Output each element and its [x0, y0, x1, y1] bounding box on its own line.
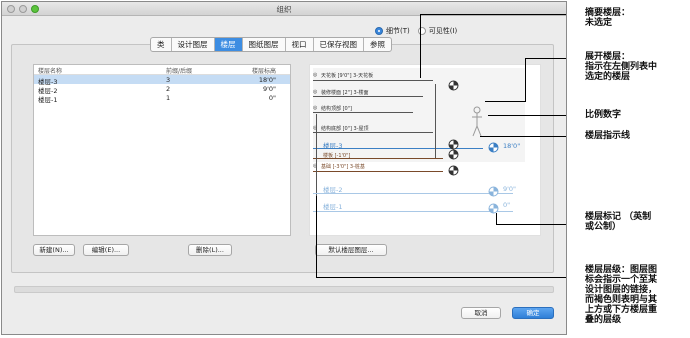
visibility-radio[interactable] — [417, 27, 426, 35]
callout-line — [525, 58, 566, 59]
callout-line — [496, 224, 566, 225]
callout-line-text: 指示在左侧列表中 — [585, 62, 658, 72]
level-line — [313, 171, 443, 172]
level-line — [313, 112, 413, 113]
story-label: 楼层-1 — [323, 203, 343, 211]
story-row[interactable]: 楼层-3 3 18'0" — [34, 75, 290, 86]
story-elevation-label: 9'0" — [503, 185, 517, 193]
level-connector — [316, 114, 317, 196]
callout-line-text: 而褐色则表明与其 — [585, 295, 658, 305]
detail-radio[interactable] — [375, 27, 383, 35]
level-line — [313, 132, 433, 133]
tab-stories[interactable]: 楼层 — [214, 38, 243, 51]
level-connector — [435, 84, 436, 158]
tab-references[interactable]: 参照 — [364, 38, 391, 51]
level-label: 基础 [-3'0"] 3-桩基 — [321, 164, 365, 170]
story-indicator-line — [313, 211, 513, 212]
callout-line — [525, 58, 526, 101]
story-marker-icon — [488, 186, 499, 197]
level-line — [313, 80, 433, 81]
cancel-button[interactable]: 取消 — [461, 307, 501, 319]
new-story-button[interactable]: 新建(N)... — [33, 244, 75, 256]
callout-line-text: 标会指示一个至某 — [585, 275, 658, 285]
default-story-levels-button[interactable]: 默认楼层图层... — [315, 244, 387, 256]
callout-line-text: 或公制） — [585, 222, 622, 232]
detail-label: 细节(T) — [386, 27, 410, 35]
story-marker-icon — [488, 203, 499, 214]
column-header-name[interactable]: 楼层名称 — [38, 66, 62, 75]
callout-line — [316, 196, 317, 277]
story-list: 楼层名称 前缀/后缀 楼层标高 楼层-3 3 18'0" 楼层-2 2 9'0"… — [33, 64, 291, 236]
story-prefix: 2 — [166, 85, 171, 93]
story-row[interactable]: 楼层-2 2 9'0" — [34, 84, 290, 95]
callout-line-text: 展开楼层： — [585, 52, 631, 62]
callout-line-text: 选定的楼层 — [585, 72, 631, 82]
tab-bar: 类 设计图层 楼层 图纸图层 视口 已保存视图 参照 — [150, 37, 392, 52]
level-line — [313, 96, 423, 97]
tab-classes[interactable]: 类 — [151, 38, 172, 51]
level-label: 装修楼面 [2"] 3-楼面 — [321, 90, 369, 96]
story-indicator-line — [313, 193, 513, 194]
column-header-prefix[interactable]: 前缀/后缀 — [166, 66, 192, 75]
callout-expanded-story: 展开楼层： 指示在左侧列表中 选定的楼层 — [585, 52, 657, 82]
visibility-label: 可见性(I) — [428, 27, 458, 35]
story-elevation-label: 0" — [503, 201, 511, 209]
tab-saved-views[interactable]: 已保存视图 — [314, 38, 364, 51]
callout-line-text: 叠的层级 — [585, 315, 622, 325]
status-bar — [14, 286, 554, 293]
callout-line — [316, 277, 566, 278]
story-elevation-label: 18'0" — [503, 142, 521, 150]
edit-story-button[interactable]: 编辑(E)... — [83, 244, 129, 256]
callout-line-text: 设计图层的链接， — [585, 285, 658, 295]
callout-story-marker: 楼层标记 （英制 或公制） — [585, 212, 651, 232]
level-label: 天花板 [9'0"] 3-天花板 — [321, 73, 374, 79]
delete-story-button[interactable]: 删除(L)... — [188, 244, 232, 256]
callout-line — [488, 115, 566, 116]
ok-button[interactable]: 确定 — [512, 307, 554, 319]
level-line — [313, 158, 443, 159]
callout-line-text: 楼层指示线 — [585, 131, 631, 141]
story-elevation: 0" — [268, 94, 276, 102]
callout-line-text: 未选定 — [585, 18, 613, 28]
story-name: 楼层-1 — [38, 96, 58, 104]
level-label: 结构底部 [0"] 3-屋顶 — [321, 126, 369, 132]
callout-line-text: 楼层层级：图层图 — [585, 265, 658, 275]
callout-scale-figure: 比例数字 — [585, 110, 621, 120]
callout-line — [485, 101, 526, 102]
story-row[interactable]: 楼层-1 1 0" — [34, 93, 290, 104]
callout-line-text: 上方或下方楼层重 — [585, 305, 658, 315]
column-header-elevation[interactable]: 楼层标高 — [252, 66, 276, 75]
level-marker-icon — [448, 80, 459, 91]
story-prefix: 3 — [166, 76, 171, 84]
level-label: 结构顶部 [0"] — [321, 106, 352, 112]
tab-viewports[interactable]: 视口 — [286, 38, 314, 51]
story-elevation: 9'0" — [262, 85, 276, 93]
callout-line — [420, 14, 566, 15]
tab-design-layers[interactable]: 设计图层 — [172, 38, 215, 51]
story-marker-icon — [488, 142, 499, 153]
story-list-header: 楼层名称 前缀/后缀 楼层标高 — [34, 65, 290, 75]
callout-line — [496, 213, 497, 224]
layer-link-icon: ◎ — [313, 72, 318, 78]
layer-link-icon: ◎ — [313, 105, 318, 111]
scale-figure-icon — [472, 106, 482, 137]
callout-summary-story: 摘要楼层： 未选定 — [585, 8, 630, 28]
callout-story-indicator: 楼层指示线 — [585, 131, 630, 141]
level-marker-icon — [448, 165, 459, 176]
callout-story-levels: 楼层层级：图层图 标会指示一个至某 设计图层的链接， 而褐色则表明与其 上方或下… — [585, 265, 657, 325]
tab-sheet-layers[interactable]: 图纸图层 — [243, 38, 286, 51]
story-elevation: 18'0" — [258, 76, 276, 84]
callout-line-text: 比例数字 — [585, 110, 622, 120]
callout-line — [480, 136, 566, 137]
story-prefix: 1 — [166, 94, 171, 102]
callout-line — [420, 14, 421, 78]
callout-line-text: 楼层标记 （英制 — [585, 212, 652, 222]
level-marker-icon — [448, 149, 459, 160]
layer-link-icon: ◎ — [313, 89, 318, 95]
callout-line-text: 摘要楼层： — [585, 8, 631, 18]
